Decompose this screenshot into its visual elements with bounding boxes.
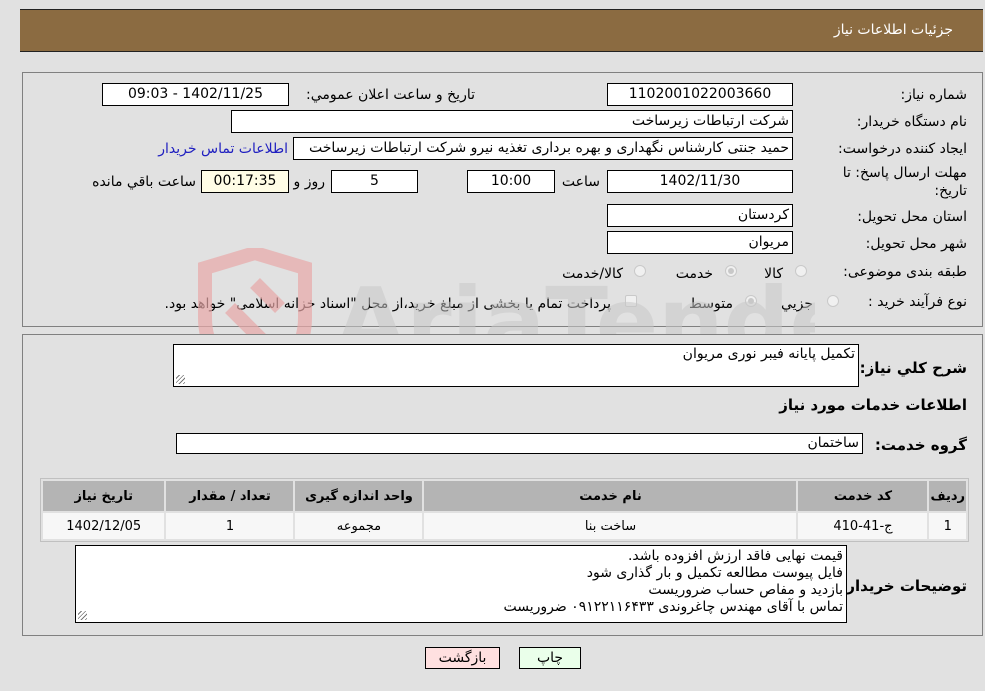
category-option-goods: کالا [764, 266, 783, 282]
requester-label: ایجاد کننده درخواست: [838, 141, 967, 157]
buyer-note-line: قیمت نهایی فاقد ارزش افزوده باشد. [627, 548, 843, 564]
col-quantity: تعداد / مقدار [166, 481, 294, 511]
requester-field: حمید جنتی کارشناس نگهداری و بهره برداری … [293, 137, 793, 160]
category-radio-service[interactable] [725, 265, 737, 277]
city-field: مریوان [607, 231, 793, 254]
buyer-contact-link[interactable]: اطلاعات تماس خریدار [158, 141, 288, 157]
purchase-type-radio-medium[interactable] [745, 295, 757, 307]
category-option-service: خدمت [675, 266, 713, 282]
summary-textarea[interactable]: تکمیل پایانه فیبر نوری مریوان [173, 344, 859, 387]
buyer-note-line: فایل پیوست مطالعه تکمیل و بار گذاری شود [586, 565, 843, 581]
treasury-note: پرداخت تمام یا بخشی از مبلغ خرید،از محل … [164, 296, 611, 312]
announce-datetime-label: تاریخ و ساعت اعلان عمومي: [306, 87, 475, 103]
buyer-note-line: بازدید و مفاص حساب ضروریست [648, 582, 843, 598]
announce-datetime-field: 1402/11/25 - 09:03 [102, 83, 289, 106]
services-table: ردیف کد خدمت نام خدمت واحد اندازه گیری ت… [40, 478, 969, 542]
remaining-time-field: 00:17:35 [201, 170, 289, 193]
deadline-time-label: ساعت [561, 174, 600, 190]
city-label: شهر محل تحویل: [865, 236, 967, 252]
need-number-label: شماره نیاز: [900, 87, 968, 103]
page-header: جزئیات اطلاعات نیاز [20, 9, 983, 52]
resize-grip-icon[interactable] [78, 611, 87, 620]
deadline-date-field: 1402/11/30 [607, 170, 793, 193]
cell-need-date: 1402/12/05 [43, 513, 165, 539]
remaining-days-field: 5 [331, 170, 418, 193]
resize-grip-icon[interactable] [176, 375, 185, 384]
cell-row-number: 1 [929, 513, 966, 539]
buyer-org-label: نام دستگاه خريدار: [856, 114, 967, 130]
province-field: کردستان [607, 204, 793, 227]
page-title: جزئیات اطلاعات نیاز [833, 22, 953, 38]
col-need-date: تاریخ نیاز [43, 481, 165, 511]
col-service-name: نام خدمت [424, 481, 797, 511]
back-button[interactable]: بازگشت [425, 647, 500, 669]
print-button[interactable]: چاپ [519, 647, 581, 669]
col-unit: واحد اندازه گیری [295, 481, 423, 511]
deadline-time-field: 10:00 [467, 170, 555, 193]
buyer-note-line: تماس با آقای مهندس چاغروندی ۰۹۱۲۲۱۱۶۴۳۳ … [503, 599, 843, 615]
deadline-label-line1: مهلت ارسال پاسخ: تا [842, 165, 967, 181]
table-header-row: ردیف کد خدمت نام خدمت واحد اندازه گیری ت… [43, 481, 966, 511]
category-radio-goods[interactable] [795, 265, 807, 277]
purchase-type-radio-minor[interactable] [827, 295, 839, 307]
remaining-time-label: ساعت باقي مانده [92, 174, 196, 190]
service-group-field: ساختمان [176, 433, 863, 454]
category-label: طبقه بندی موضوعی: [843, 264, 967, 280]
buyer-notes-textarea[interactable]: قیمت نهایی فاقد ارزش افزوده باشد. فایل پ… [75, 545, 847, 623]
cell-unit: مجموعه [295, 513, 423, 539]
need-number-field: 1102001022003660 [607, 83, 793, 106]
buyer-org-field: شرکت ارتباطات زیرساخت [231, 110, 793, 133]
cell-service-code: ج-41-410 [798, 513, 928, 539]
summary-text: تکمیل پایانه فیبر نوری مریوان [682, 346, 855, 362]
category-radio-goods-service[interactable] [634, 265, 646, 277]
cell-service-name: ساخت بنا [424, 513, 797, 539]
deadline-label-line2: تاریخ: [934, 183, 967, 199]
summary-label: شرح کلي نياز: [859, 359, 967, 377]
buyer-notes-label: توضیحات خریدار: [840, 577, 967, 595]
cell-quantity: 1 [166, 513, 294, 539]
purchase-type-label: نوع فرآیند خرید : [868, 294, 967, 310]
treasury-checkbox[interactable] [625, 295, 637, 307]
category-option-goods-service: کالا/خدمت [562, 266, 623, 282]
service-group-label: گروه خدمت: [874, 436, 967, 454]
province-label: استان محل تحویل: [857, 209, 967, 225]
table-row: 1 ج-41-410 ساخت بنا مجموعه 1 1402/12/05 [43, 513, 966, 539]
days-label: روز و [293, 174, 326, 190]
col-service-code: کد خدمت [798, 481, 928, 511]
purchase-type-option-medium: متوسط [689, 296, 733, 312]
purchase-type-option-minor: جزیي [781, 296, 813, 312]
col-row-number: ردیف [929, 481, 966, 511]
services-heading: اطلاعات خدمات مورد نیاز [779, 396, 967, 414]
